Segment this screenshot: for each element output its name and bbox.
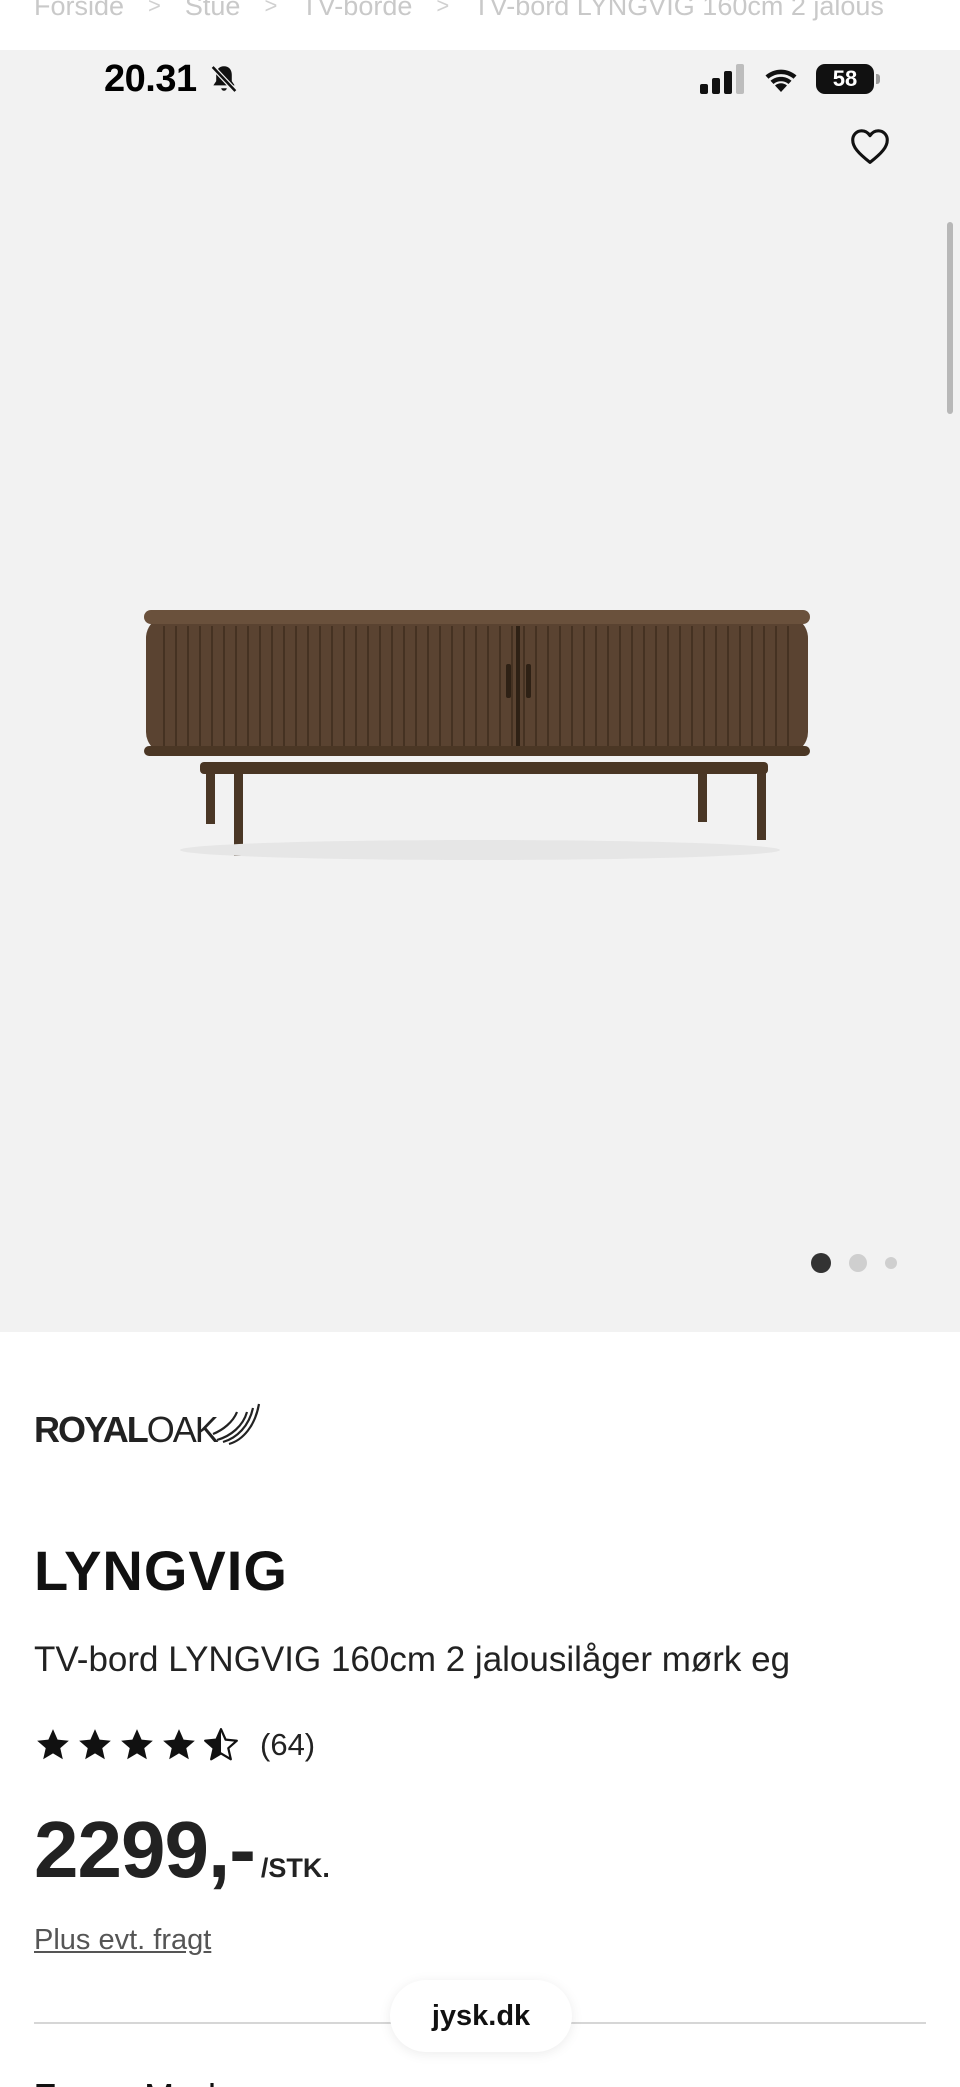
brand-swoosh-icon: [212, 1403, 260, 1446]
product-name: LYNGVIG: [34, 1539, 288, 1602]
star-filled-icon: [37, 1729, 69, 1760]
heart-icon: [851, 129, 889, 164]
price-row: 2299,- /STK.: [34, 1804, 330, 1896]
star-half-icon: [204, 1728, 238, 1761]
page-scrollbar[interactable]: [947, 222, 953, 414]
breadcrumb-item[interactable]: TV-bord LYNGVIG 160cm 2 jalous: [473, 0, 884, 22]
rating-stars: [34, 1726, 240, 1764]
color-section-heading[interactable]: Farve Mørk: [34, 2076, 226, 2087]
gallery-dot-3[interactable]: [885, 1257, 897, 1269]
gallery-dot-2[interactable]: [849, 1254, 867, 1272]
favorite-button[interactable]: [846, 122, 894, 170]
battery-level: 58: [832, 66, 858, 91]
gallery-dot-1[interactable]: [811, 1253, 831, 1273]
price-unit: /STK.: [260, 1853, 330, 1883]
wifi-icon: [765, 69, 797, 92]
browser-url-pill[interactable]: jysk.dk: [390, 1980, 572, 2052]
color-section-value: Mørk: [144, 2076, 226, 2087]
bell-muted-icon: [210, 65, 237, 93]
breadcrumb-item[interactable]: TV-borde: [301, 0, 412, 22]
star-filled-icon: [163, 1729, 195, 1760]
product-price: 2299,-: [34, 1805, 256, 1894]
chevron-right-icon: >: [264, 0, 278, 18]
chevron-right-icon: >: [148, 0, 161, 18]
brand-name-light: OAK: [146, 1409, 219, 1450]
star-filled-icon: [79, 1729, 111, 1760]
cellular-signal-icon: [700, 64, 744, 94]
status-time: 20.31: [104, 57, 197, 100]
product-image: [144, 610, 810, 860]
product-image-gallery[interactable]: [0, 50, 960, 1332]
battery-indicator: 58: [816, 64, 880, 94]
shipping-link[interactable]: Plus evt. fragt: [34, 1924, 211, 1957]
product-description: TV-bord LYNGVIG 160cm 2 jalousilåger mør…: [34, 1640, 791, 1679]
breadcrumb-item[interactable]: Stue: [185, 0, 241, 22]
star-filled-icon: [121, 1729, 153, 1760]
brand-logo[interactable]: ROYALOAK: [34, 1388, 261, 1448]
chevron-right-icon: >: [436, 0, 450, 18]
product-page: Forside > Stue > TV-borde > TV-bord LYNG…: [0, 0, 960, 2087]
brand-name-bold: ROYAL: [34, 1409, 149, 1450]
breadcrumb: Forside > Stue > TV-borde > TV-bord LYNG…: [34, 0, 960, 26]
color-section-title: Farve: [34, 2076, 130, 2087]
review-count: (64): [260, 1727, 316, 1762]
breadcrumb-item[interactable]: Forside: [34, 0, 124, 22]
status-bar: 20.31 58: [0, 50, 960, 108]
product-rating[interactable]: (64): [34, 1726, 315, 1764]
gallery-pagination: [811, 1253, 897, 1273]
